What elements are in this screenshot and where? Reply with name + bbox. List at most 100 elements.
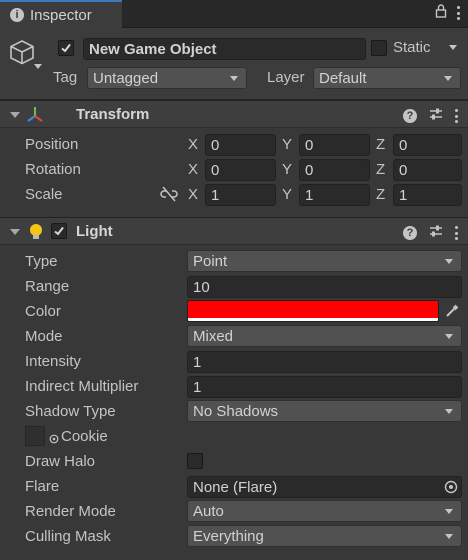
- object-picker-icon[interactable]: [444, 480, 458, 498]
- static-checkbox[interactable]: [371, 40, 387, 56]
- cookie-texture-slot[interactable]: [25, 426, 45, 446]
- scale-y-value: 1: [305, 186, 314, 204]
- eyedropper-icon[interactable]: [444, 303, 460, 323]
- light-enabled-checkbox[interactable]: [51, 223, 67, 239]
- scale-y-field[interactable]: 1: [299, 184, 370, 206]
- mode-dropdown[interactable]: Mixed: [187, 325, 462, 347]
- position-label: Position: [25, 136, 79, 153]
- indirect-multiplier-field[interactable]: 1: [187, 376, 462, 398]
- rotation-z-value: 0: [399, 161, 408, 179]
- tab-inspector[interactable]: i Inspector: [0, 0, 122, 28]
- light-header[interactable]: Light ?: [0, 217, 468, 245]
- rotation-x-axis: X: [188, 161, 199, 178]
- rotation-x-field[interactable]: 0: [205, 159, 276, 181]
- layer-label: Layer: [267, 69, 305, 86]
- render-mode-label: Render Mode: [25, 503, 116, 520]
- scale-x-axis: X: [188, 186, 199, 203]
- transform-foldout-icon[interactable]: [10, 112, 20, 118]
- tag-value: Untagged: [93, 69, 159, 87]
- transform-title: Transform: [76, 106, 150, 123]
- rotation-x-value: 0: [211, 161, 220, 179]
- active-checkbox[interactable]: [58, 40, 74, 56]
- indirect-multiplier-value: 1: [193, 378, 202, 396]
- scale-y-axis: Y: [282, 186, 293, 203]
- transform-menu-icon[interactable]: [455, 109, 458, 123]
- layer-value: Default: [319, 69, 367, 87]
- light-menu-icon[interactable]: [455, 226, 458, 240]
- scale-x-value: 1: [211, 186, 220, 204]
- culling-mask-dropdown[interactable]: Everything: [187, 525, 462, 547]
- lock-icon[interactable]: [435, 4, 447, 22]
- shadow-type-label: Shadow Type: [25, 403, 116, 420]
- light-presets-icon[interactable]: [429, 224, 443, 242]
- help-icon[interactable]: ?: [403, 109, 417, 123]
- presets-icon[interactable]: [429, 107, 443, 125]
- intensity-value: 1: [193, 353, 202, 371]
- type-dropdown[interactable]: Point: [187, 250, 462, 272]
- cookie-object-icon: [49, 431, 59, 448]
- light-foldout-icon[interactable]: [10, 229, 20, 235]
- static-label: Static: [393, 39, 431, 56]
- shadow-type-dropdown[interactable]: No Shadows: [187, 400, 462, 422]
- light-help-icon[interactable]: ?: [403, 226, 417, 240]
- intensity-label: Intensity: [25, 353, 81, 370]
- flare-value: None (Flare): [193, 478, 278, 496]
- range-field[interactable]: 10: [187, 276, 462, 298]
- mode-label: Mode: [25, 328, 63, 345]
- light-title: Light: [76, 223, 113, 240]
- light-bulb-icon: [28, 223, 44, 245]
- scale-label: Scale: [25, 186, 63, 203]
- indirect-multiplier-label: Indirect Multiplier: [25, 378, 139, 395]
- scale-z-value: 1: [399, 186, 408, 204]
- rotation-y-field[interactable]: 0: [299, 159, 370, 181]
- tag-dropdown[interactable]: Untagged: [87, 67, 247, 89]
- color-label: Color: [25, 303, 61, 320]
- intensity-field[interactable]: 1: [187, 351, 462, 373]
- icon-dropdown-arrow[interactable]: [34, 64, 42, 69]
- flare-label: Flare: [25, 478, 60, 495]
- scale-z-axis: Z: [376, 186, 386, 203]
- scale-z-field[interactable]: 1: [393, 184, 462, 206]
- position-z-field[interactable]: 0: [393, 134, 462, 156]
- info-icon: i: [10, 8, 24, 22]
- position-y-axis: Y: [282, 136, 293, 153]
- tag-label: Tag: [53, 69, 78, 86]
- color-swatch[interactable]: [187, 300, 439, 322]
- mode-value: Mixed: [193, 327, 234, 345]
- draw-halo-checkbox[interactable]: [187, 453, 203, 469]
- position-x-value: 0: [211, 136, 220, 154]
- position-y-value: 0: [305, 136, 314, 154]
- flare-field[interactable]: None (Flare): [187, 476, 462, 498]
- rotation-label: Rotation: [25, 161, 81, 178]
- range-label: Range: [25, 278, 70, 295]
- gameobject-name-field[interactable]: New Game Object: [83, 38, 366, 60]
- rotation-z-field[interactable]: 0: [393, 159, 462, 181]
- rotation-z-axis: Z: [376, 161, 386, 178]
- tab-bar: i Inspector: [0, 0, 468, 28]
- position-z-value: 0: [399, 136, 408, 154]
- tab-menu-icon[interactable]: [457, 6, 460, 20]
- render-mode-dropdown[interactable]: Auto: [187, 500, 462, 522]
- layer-dropdown[interactable]: Default: [313, 67, 461, 89]
- render-mode-value: Auto: [193, 502, 224, 520]
- scale-x-field[interactable]: 1: [205, 184, 276, 206]
- position-z-axis: Z: [376, 136, 386, 153]
- transform-header[interactable]: Transform ?: [0, 100, 468, 128]
- tab-label: Inspector: [30, 6, 92, 24]
- static-dropdown-arrow[interactable]: [449, 45, 457, 50]
- shadow-type-value: No Shadows: [193, 402, 279, 420]
- position-x-field[interactable]: 0: [205, 134, 276, 156]
- position-x-axis: X: [188, 136, 199, 153]
- culling-mask-label: Culling Mask: [25, 528, 111, 545]
- constrain-proportions-icon[interactable]: [160, 186, 178, 206]
- gameobject-header: New Game Object Static Tag Untagged Laye…: [0, 28, 468, 100]
- type-value: Point: [193, 252, 228, 270]
- gameobject-name-text: New Game Object: [89, 40, 217, 58]
- position-y-field[interactable]: 0: [299, 134, 370, 156]
- type-label: Type: [25, 253, 58, 270]
- cookie-label: Cookie: [61, 428, 108, 445]
- transform-axes-icon: [25, 105, 45, 129]
- draw-halo-label: Draw Halo: [25, 453, 96, 470]
- culling-mask-value: Everything: [193, 527, 264, 545]
- gameobject-cube-icon[interactable]: [8, 38, 36, 70]
